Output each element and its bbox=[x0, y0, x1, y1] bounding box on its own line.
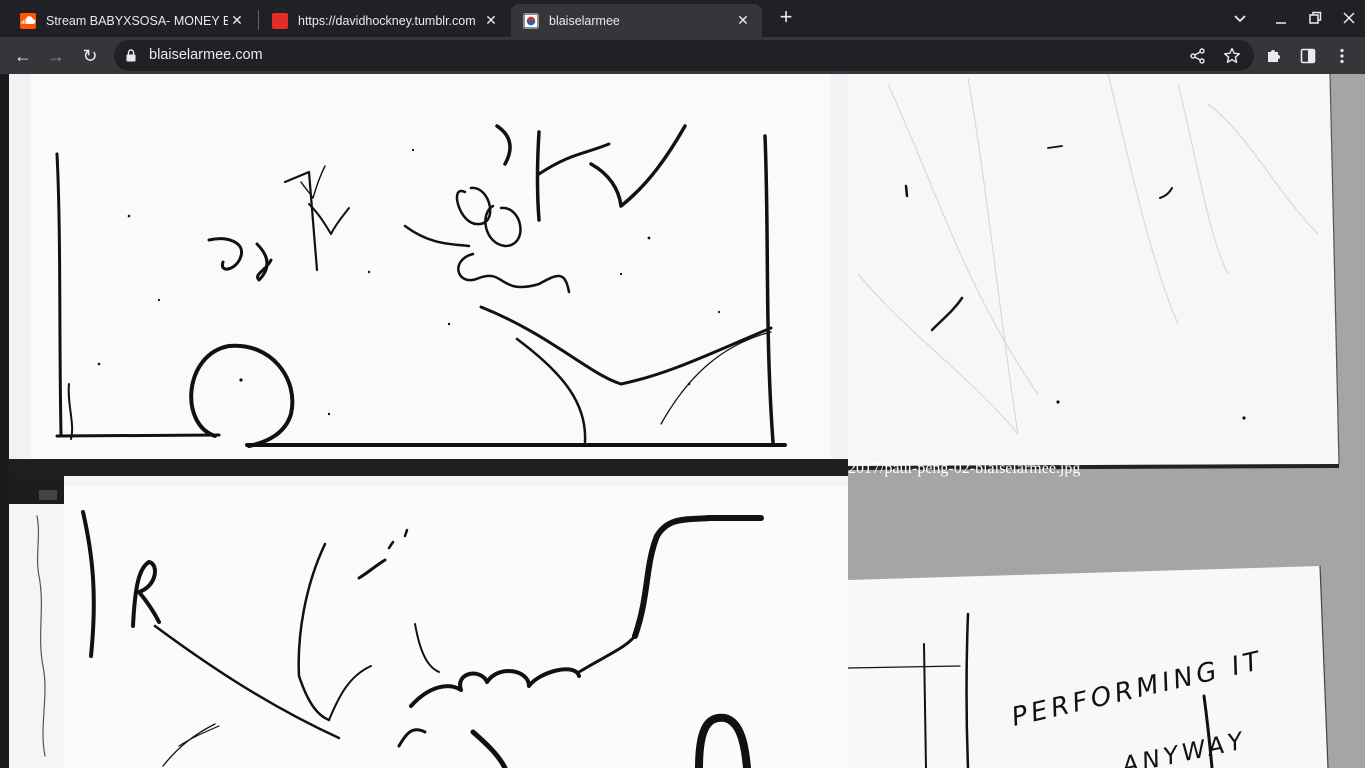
minimize-button[interactable] bbox=[1269, 6, 1293, 30]
chevron-down-icon bbox=[1234, 15, 1246, 23]
drawing-image-2[interactable] bbox=[848, 74, 1341, 470]
side-panel-button[interactable] bbox=[1294, 42, 1322, 70]
drawing-image-4[interactable]: PERFORMING IT ANYWAY bbox=[848, 566, 1330, 768]
soundcloud-icon bbox=[20, 12, 36, 29]
tab-soundcloud[interactable]: Stream BABYXSOSA- MONEY BA ✕ bbox=[8, 4, 256, 37]
tab-search-button[interactable] bbox=[1228, 6, 1252, 30]
page-left-edge bbox=[0, 74, 9, 768]
close-icon bbox=[1343, 12, 1355, 24]
close-window-button[interactable] bbox=[1337, 6, 1361, 30]
tab-title: https://davidhockney.tumblr.com bbox=[298, 13, 476, 28]
back-button[interactable]: ← bbox=[9, 42, 37, 70]
lock-icon[interactable] bbox=[126, 49, 136, 62]
tab-strip: Stream BABYXSOSA- MONEY BA ✕ https://dav… bbox=[0, 0, 1365, 37]
restore-button[interactable] bbox=[1303, 6, 1327, 30]
minimize-icon bbox=[1276, 22, 1286, 24]
menu-button[interactable] bbox=[1328, 42, 1356, 70]
address-bar[interactable]: blaiselarmee.com bbox=[114, 40, 1254, 71]
drawing-image-3[interactable] bbox=[9, 476, 848, 768]
url-text[interactable]: blaiselarmee.com bbox=[149, 47, 263, 63]
close-icon[interactable]: ✕ bbox=[734, 12, 752, 29]
site-icon bbox=[523, 12, 539, 29]
bookmark-button[interactable] bbox=[1222, 46, 1242, 66]
puzzle-icon bbox=[1268, 50, 1280, 62]
new-tab-button[interactable]: + bbox=[774, 6, 798, 30]
extensions-button[interactable] bbox=[1260, 42, 1288, 70]
tab-title: Stream BABYXSOSA- MONEY BA bbox=[46, 13, 228, 28]
restore-icon bbox=[1309, 11, 1322, 24]
star-icon bbox=[1224, 47, 1240, 63]
share-icon bbox=[1190, 48, 1205, 64]
close-icon[interactable]: ✕ bbox=[482, 12, 500, 29]
browser-toolbar: ← → ↻ blaiselarmee.com bbox=[0, 37, 1365, 74]
image-caption[interactable]: 2017/paul-peng-02-blaiselarmee.jpg bbox=[848, 460, 1080, 478]
page-content: 2017/paul-peng-02-blaiselarmee.jpg PERFO… bbox=[0, 74, 1365, 768]
reload-button[interactable]: ↻ bbox=[76, 42, 104, 70]
kebab-menu-icon bbox=[1340, 48, 1344, 64]
tab-title: blaiselarmee bbox=[549, 13, 620, 28]
tab-divider bbox=[258, 10, 259, 30]
side-panel-icon bbox=[1300, 48, 1316, 64]
reload-icon: ↻ bbox=[82, 46, 98, 66]
close-icon[interactable]: ✕ bbox=[228, 12, 246, 29]
tab-tumblr[interactable]: https://davidhockney.tumblr.com ✕ bbox=[260, 4, 510, 37]
tumblr-icon bbox=[272, 12, 288, 29]
back-arrow-icon: ← bbox=[14, 46, 32, 66]
tab-blaiselarmee[interactable]: blaiselarmee ✕ bbox=[511, 4, 762, 37]
forward-arrow-icon: → bbox=[47, 46, 65, 66]
share-button[interactable] bbox=[1188, 46, 1208, 66]
drawing-image-1[interactable] bbox=[9, 74, 848, 476]
forward-button[interactable]: → bbox=[42, 42, 70, 70]
